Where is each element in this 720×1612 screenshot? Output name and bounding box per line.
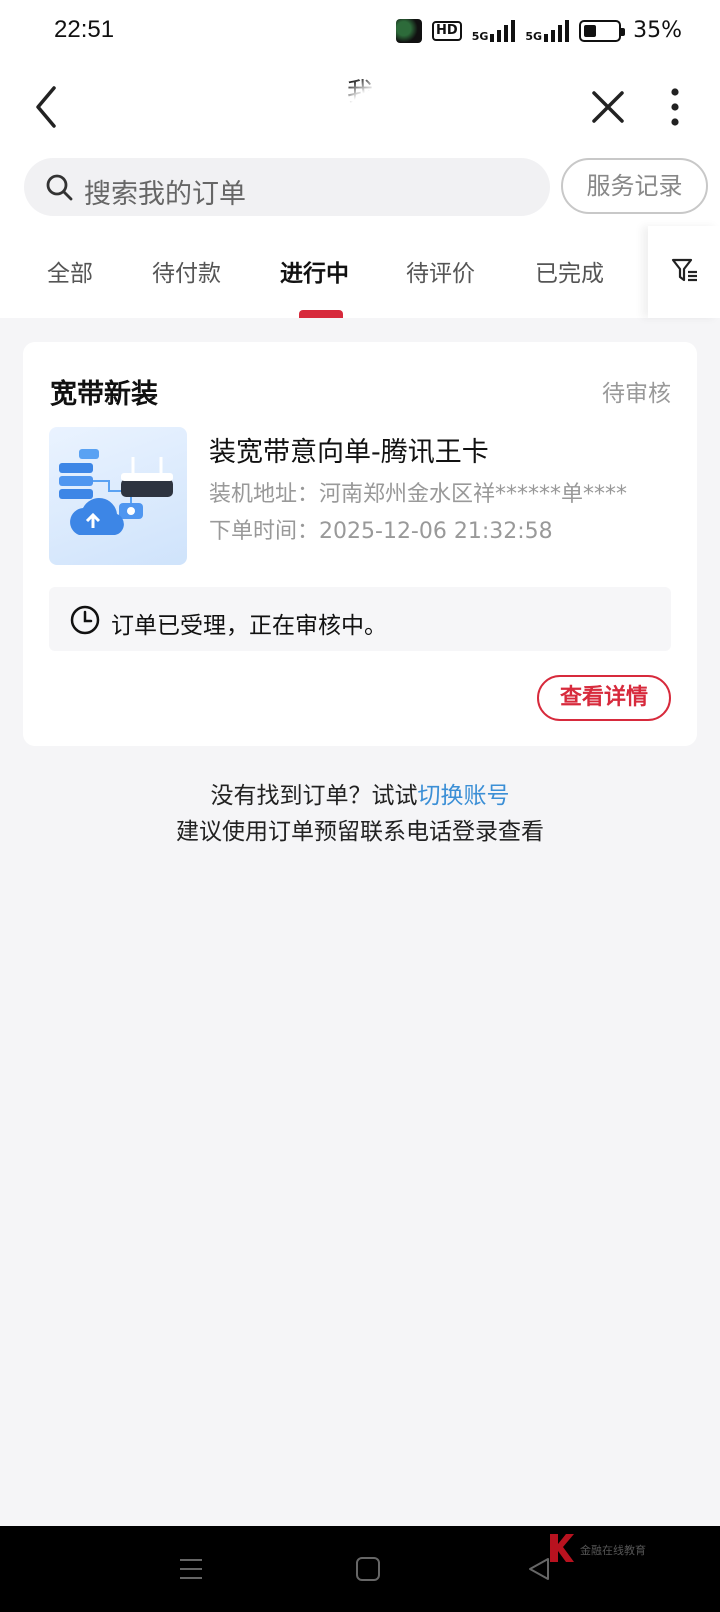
tab-pending-review[interactable]: 待评价 (406, 254, 475, 288)
home-icon[interactable] (355, 1556, 381, 1582)
order-notice: 订单已受理，正在审核中。 (49, 587, 671, 651)
filter-icon (671, 258, 697, 282)
search-row: 搜索我的订单 服务记录 (0, 150, 720, 226)
hd-icon: HD (432, 20, 462, 41)
status-time: 22:51 (54, 16, 115, 43)
search-input[interactable]: 搜索我的订单 (24, 158, 550, 216)
not-found-hint-text: 没有找到订单？试试 (210, 783, 418, 809)
order-notice-text: 订单已受理，正在审核中。 (111, 613, 387, 639)
order-tabs: 全部 待付款 进行中 待评价 已完成 (0, 226, 720, 318)
back-button[interactable] (28, 82, 68, 132)
login-suggestion: 建议使用订单预留联系电话登录查看 (176, 819, 544, 845)
active-tab-indicator (299, 310, 343, 318)
order-type: 宽带新装 (50, 379, 158, 410)
product-image (49, 427, 187, 565)
close-icon (592, 91, 624, 123)
switch-account-link[interactable]: 切换账号 (418, 783, 510, 809)
signal-1-icon: 5G (472, 19, 516, 42)
order-card[interactable]: 宽带新装 待审核 装宽带意向单-腾讯王卡 装机地址：河南郑州金水区祥******… (23, 342, 697, 746)
search-icon (46, 174, 73, 201)
search-placeholder: 搜索我的订单 (84, 179, 246, 210)
order-time-label: 下单时间： (209, 519, 320, 544)
more-vertical-icon (671, 88, 679, 126)
tab-pending-payment[interactable]: 待付款 (152, 254, 221, 288)
more-button[interactable] (660, 82, 690, 132)
order-status-badge: 待审核 (602, 381, 671, 407)
service-records-button[interactable]: 服务记录 (561, 158, 708, 214)
filter-button[interactable] (648, 226, 720, 318)
clock-icon (70, 605, 100, 635)
product-name: 装宽带意向单-腾讯王卡 (209, 437, 489, 468)
watermark-text: 金融在线教育 (580, 1544, 646, 1557)
tab-all[interactable]: 全部 (47, 254, 93, 288)
battery-percent: 35% (633, 18, 682, 43)
broadband-illustration (59, 449, 173, 535)
close-button[interactable] (586, 82, 630, 132)
menu-icon[interactable] (178, 1556, 204, 1582)
order-time: 下单时间：2025-12-06 21:32:58 (209, 513, 553, 545)
order-time-value: 2025-12-06 21:32:58 (319, 519, 553, 544)
view-details-button[interactable]: 查看详情 (537, 675, 671, 721)
status-icons: HD 5G 5G 35% (396, 18, 682, 43)
tab-in-progress[interactable]: 进行中 (280, 254, 349, 288)
install-address: 装机地址：河南郑州金水区祥******单**** (209, 476, 627, 508)
battery-icon (579, 19, 626, 42)
top-nav-bar: 我 13 (0, 64, 720, 166)
watermark: 金融在线教育 (546, 1530, 676, 1570)
signal-2-icon: 5G (525, 19, 570, 42)
status-bar: 22:51 HD 5G 5G 35% (0, 0, 720, 64)
install-address-label: 装机地址： (209, 482, 320, 507)
notification-app-icon (396, 18, 423, 43)
back-arrow-icon (36, 86, 56, 128)
watermark-logo-icon (550, 1534, 574, 1562)
install-address-value: 河南郑州金水区祥******单**** (319, 482, 628, 507)
not-found-hint: 没有找到订单？试试切换账号 (0, 776, 720, 810)
tab-completed[interactable]: 已完成 (535, 254, 604, 288)
